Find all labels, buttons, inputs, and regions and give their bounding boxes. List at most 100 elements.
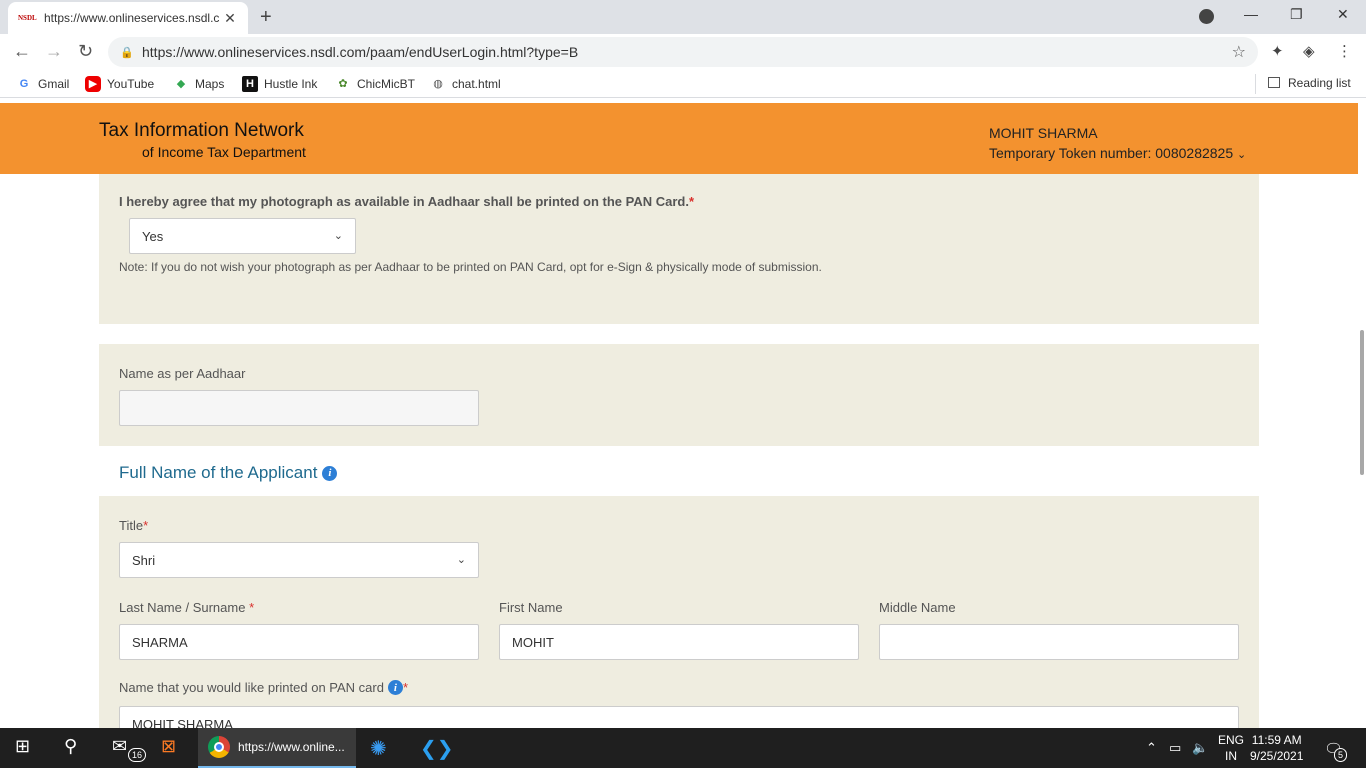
- scrollbar-thumb[interactable]: [1360, 330, 1364, 475]
- middle-name-input[interactable]: [879, 624, 1239, 660]
- search-icon[interactable]: ⚲: [64, 736, 77, 760]
- chevron-up-icon[interactable]: ⌃: [1146, 740, 1157, 756]
- nsdl-favicon: NSDL: [18, 14, 37, 22]
- section-title-text: Full Name of the Applicant: [119, 463, 318, 482]
- bookmark-label: Maps: [195, 77, 225, 91]
- vscode-icon[interactable]: ❮❯: [420, 736, 454, 760]
- back-icon[interactable]: ←: [13, 41, 31, 62]
- globe-icon: ◍: [433, 78, 443, 90]
- required-mark: *: [402, 680, 409, 695]
- info-icon[interactable]: i: [387, 680, 403, 695]
- bookmarks-divider: [1255, 74, 1256, 94]
- reading-list-button[interactable]: Reading list: [1268, 76, 1351, 90]
- pan-name-label: Name that you would like printed on PAN …: [119, 680, 408, 695]
- windows-start-icon[interactable]: ⊞: [15, 736, 30, 760]
- bookmark-label: Gmail: [38, 77, 70, 91]
- notification-count: 5: [1334, 748, 1348, 762]
- taskbar-chrome-window[interactable]: https://www.online...: [198, 728, 356, 768]
- pan-name-value: MOHIT SHARMA: [132, 716, 233, 729]
- user-name: MOHIT SHARMA: [989, 125, 1098, 141]
- battery-icon[interactable]: ▭: [1169, 740, 1181, 756]
- tab-strip: NSDL https://www.onlineservices.nsdl.c ✕…: [0, 0, 1366, 34]
- applicant-section-title: Full Name of the Applicant i: [119, 463, 338, 483]
- photo-consent-select[interactable]: Yes ⌄: [129, 218, 356, 254]
- title-value: Shri: [132, 552, 156, 568]
- last-name-input[interactable]: SHARMA: [119, 624, 479, 660]
- bookmark-gmail[interactable]: G Gmail: [16, 76, 70, 92]
- clock-time: 11:59 AM: [1251, 733, 1302, 747]
- system-clock[interactable]: 11:59 AM 9/25/2021: [1250, 732, 1303, 764]
- aadhaar-name-panel: Name as per Aadhaar: [99, 344, 1259, 446]
- pan-name-label-text: Name that you would like printed on PAN …: [119, 680, 384, 695]
- forward-icon[interactable]: →: [45, 41, 63, 62]
- close-tab-icon[interactable]: ✕: [222, 10, 238, 27]
- chevron-down-icon: ⌄: [1237, 149, 1247, 161]
- lock-icon: 🔒: [120, 46, 134, 59]
- restore-icon[interactable]: ❐: [1290, 6, 1303, 23]
- bookmark-label: Hustle Ink: [264, 77, 318, 91]
- chrome-icon: [208, 736, 230, 758]
- hustle-ink-icon: H: [242, 76, 258, 92]
- volume-icon[interactable]: 🔈: [1192, 740, 1208, 756]
- site-header: Tax Information Network of Income Tax De…: [0, 103, 1358, 174]
- browser-toolbar: ← → ↻ 🔒 https://www.onlineservices.nsdl.…: [0, 34, 1366, 70]
- title-label: Title*: [119, 518, 148, 533]
- new-tab-icon[interactable]: +: [260, 6, 272, 29]
- last-name-value: SHARMA: [132, 634, 188, 650]
- first-name-label: First Name: [499, 600, 563, 615]
- language-indicator[interactable]: ENG IN: [1218, 732, 1244, 764]
- web-page: Tax Information Network of Income Tax De…: [0, 99, 1366, 728]
- youtube-icon: ▶: [85, 76, 101, 92]
- aadhaar-name-input[interactable]: [119, 390, 479, 426]
- tab-search-icon[interactable]: [1199, 9, 1214, 24]
- chrome-window-label: https://www.online...: [238, 740, 345, 754]
- bookmark-hustle-ink[interactable]: H Hustle Ink: [242, 76, 317, 92]
- tab-title: https://www.onlineservices.nsdl.c: [44, 11, 220, 25]
- windows-taskbar: ⊞ ⚲ ✉ 16 ⊠ https://www.online... ✺ ❮❯ ⌃ …: [0, 728, 1366, 768]
- required-mark: *: [249, 600, 255, 615]
- reading-list-icon: [1268, 77, 1280, 88]
- first-name-value: MOHIT: [512, 634, 554, 650]
- chevron-down-icon: ⌄: [456, 554, 466, 566]
- minimize-icon[interactable]: —: [1244, 6, 1258, 22]
- brand-title: Tax Information Network: [99, 120, 304, 141]
- clock-date: 9/25/2021: [1250, 749, 1304, 763]
- extensions-icon[interactable]: ✦: [1271, 42, 1284, 60]
- last-name-label-text: Last Name / Surname: [119, 600, 246, 615]
- bookmarks-bar: G Gmail ▶ YouTube ◆ Maps H Hustle Ink ✿ …: [0, 70, 1366, 98]
- mail-icon[interactable]: ✉: [112, 736, 127, 760]
- bookmark-label: chat.html: [452, 77, 501, 91]
- language-code: ENG: [1218, 733, 1245, 747]
- reading-list-label: Reading list: [1288, 76, 1351, 90]
- gmail-icon: G: [19, 78, 29, 90]
- browser-tab[interactable]: NSDL https://www.onlineservices.nsdl.c ✕: [8, 2, 248, 34]
- app-cluster-icon[interactable]: ✺: [370, 736, 387, 760]
- info-icon[interactable]: i: [322, 465, 338, 481]
- token-text: Temporary Token number: 0080282825: [989, 145, 1234, 161]
- chicmic-icon: ✿: [338, 78, 348, 90]
- bookmark-chat-html[interactable]: ◍ chat.html: [430, 76, 501, 92]
- bookmark-maps[interactable]: ◆ Maps: [173, 76, 225, 92]
- photo-consent-text: I hereby agree that my photograph as ava…: [119, 194, 689, 209]
- address-bar[interactable]: 🔒 https://www.onlineservices.nsdl.com/pa…: [108, 37, 1258, 67]
- close-window-icon[interactable]: ✕: [1337, 6, 1349, 23]
- brand-subtitle: of Income Tax Department: [142, 144, 306, 160]
- bookmark-label: YouTube: [107, 77, 155, 91]
- token-dropdown[interactable]: Temporary Token number: 0080282825 ⌄: [989, 145, 1246, 161]
- xampp-icon[interactable]: ⊠: [161, 736, 176, 760]
- reload-icon[interactable]: ↻: [78, 41, 93, 62]
- menu-kebab-icon[interactable]: ⋮: [1337, 42, 1352, 60]
- maps-icon: ◆: [176, 78, 186, 90]
- bookmark-youtube[interactable]: ▶ YouTube: [85, 76, 154, 92]
- bookmark-star-icon[interactable]: ☆: [1232, 42, 1246, 62]
- title-select[interactable]: Shri ⌄: [119, 542, 479, 578]
- photo-consent-label: I hereby agree that my photograph as ava…: [119, 194, 694, 209]
- first-name-input[interactable]: MOHIT: [499, 624, 859, 660]
- middle-name-label: Middle Name: [879, 600, 956, 615]
- extension-diamond-icon[interactable]: ◈: [1303, 42, 1315, 60]
- bookmark-chicmicbt[interactable]: ✿ ChicMicBT: [335, 76, 415, 92]
- title-label-text: Title: [119, 518, 144, 533]
- required-mark: *: [143, 518, 149, 533]
- pan-name-input[interactable]: MOHIT SHARMA: [119, 706, 1239, 728]
- last-name-label: Last Name / Surname *: [119, 600, 254, 615]
